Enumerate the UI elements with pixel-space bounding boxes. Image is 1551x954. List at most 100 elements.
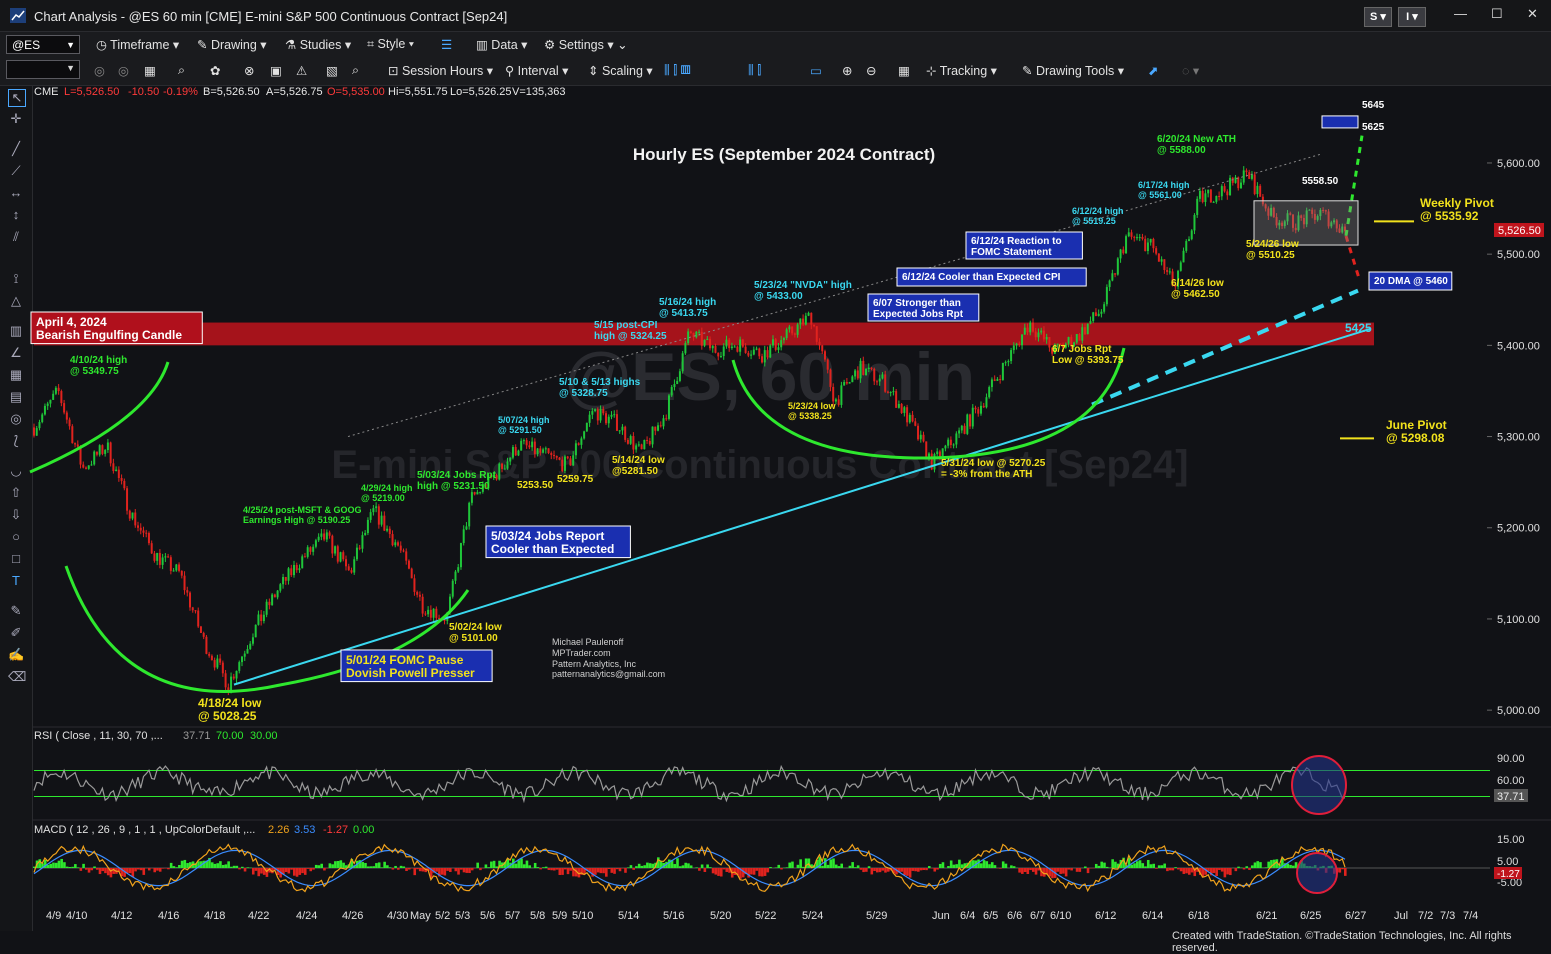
macd-histogram-bar — [753, 868, 756, 875]
candle-body — [580, 438, 582, 444]
candle-body — [912, 415, 914, 421]
macd-histogram-bar — [928, 866, 931, 868]
candle-body — [465, 526, 467, 529]
candle-body — [452, 581, 454, 597]
macd-histogram-bar — [542, 867, 545, 868]
annotation-34: June Pivot@ 5298.08 — [1386, 418, 1447, 445]
macd-histogram-bar — [1032, 868, 1035, 872]
macd-histogram-bar — [1076, 868, 1079, 872]
candle-body — [298, 568, 300, 570]
macd-histogram-bar — [312, 868, 315, 870]
author-block: Michael Paulenoff MPTrader.com Pattern A… — [552, 637, 665, 679]
macd-histogram-bar — [608, 868, 611, 869]
candle-body — [326, 532, 328, 539]
candle-body — [1095, 312, 1097, 316]
candle-body — [827, 360, 829, 370]
candle-body — [1079, 334, 1081, 341]
candle-body — [203, 633, 205, 637]
candle-body — [293, 565, 295, 575]
macd-histogram-bar — [1155, 868, 1158, 869]
candle-body — [786, 329, 788, 338]
candle-body — [88, 465, 90, 468]
time-tick-label: 5/10 — [572, 910, 593, 922]
candle-body — [1213, 202, 1215, 203]
macd-histogram-bar — [701, 865, 704, 868]
candle-body — [296, 565, 298, 570]
macd-histogram-bar — [148, 868, 151, 870]
macd-histogram-bar — [1169, 868, 1172, 870]
chart-canvas[interactable]: @ES, 60 min E-mini S&P 500 Continuous Co… — [0, 0, 1551, 943]
macd-histogram-bar — [961, 864, 964, 868]
macd-histogram-bar — [824, 858, 827, 868]
candle-body — [60, 391, 62, 403]
macd-histogram-bar — [632, 868, 635, 870]
candle-body — [1081, 327, 1083, 340]
time-tick-label: 4/30 — [387, 910, 408, 922]
macd-histogram-bar — [413, 868, 416, 875]
annotation-20: 6/7 Jobs RptLow @ 5393.75 — [1052, 344, 1124, 366]
candle-body — [903, 407, 905, 413]
candle-body — [41, 414, 43, 422]
candle-body — [104, 450, 106, 454]
annotation-text: 5/23/24 "NVDA" high — [754, 280, 852, 291]
annotation-text-2: @ 5291.50 — [498, 425, 542, 435]
macd-histogram-bar — [950, 860, 953, 868]
candle-body — [74, 443, 76, 444]
info-volume: V=135,363 — [512, 86, 566, 98]
candle-body — [660, 425, 662, 426]
candle-body — [1084, 327, 1086, 334]
rsi-ob-value: 70.00 — [216, 730, 244, 742]
time-tick-label: 6/21 — [1256, 910, 1277, 922]
candle-body — [1048, 337, 1050, 347]
candle-body — [1166, 270, 1168, 272]
arc-april — [30, 362, 168, 472]
time-tick-label: 5/6 — [480, 910, 495, 922]
candle-body — [99, 445, 101, 455]
macd-histogram-bar — [465, 868, 468, 873]
macd-histogram-bar — [958, 860, 961, 868]
candle-body — [693, 333, 695, 337]
macd-histogram-bar — [829, 859, 832, 868]
candle-body — [140, 528, 142, 531]
macd-histogram-bar — [416, 868, 419, 869]
candle-body — [684, 343, 686, 353]
macd-histogram-bar — [386, 865, 389, 868]
time-tick-label: 5/8 — [530, 910, 545, 922]
macd-histogram-bar — [1344, 868, 1347, 876]
macd-histogram-bar — [876, 868, 879, 872]
candle-body — [36, 428, 38, 436]
macd-histogram-bar — [862, 868, 865, 872]
annotation-23: 6/12/24 high@ 5519.25 — [1072, 206, 1124, 226]
candle-body — [871, 368, 873, 369]
macd-histogram-bar — [441, 868, 444, 875]
candle-body — [194, 610, 196, 611]
candle-body — [704, 340, 706, 346]
macd-histogram-bar — [673, 864, 676, 868]
annotation-19: 6/07 Stronger thanExpected Jobs Rpt — [868, 294, 979, 321]
annotation-text: 5253.50 — [517, 480, 554, 491]
annotation-text: 6/12/24 high — [1072, 206, 1124, 216]
candle-body — [602, 409, 604, 413]
macd-histogram-bar — [556, 868, 559, 870]
macd-histogram-bar — [236, 866, 239, 868]
price-panel[interactable]: @ES, 60 min E-mini S&P 500 Continuous Co… — [30, 100, 1544, 723]
candle-body — [356, 548, 358, 560]
macd-panel[interactable]: MACD ( 12 , 26 , 9 , 1 , 1 , UpColorDefa… — [32, 820, 1551, 893]
candle-body — [578, 443, 580, 445]
macd-histogram-bar — [304, 868, 307, 875]
macd-histogram-bar — [569, 868, 572, 871]
annotation-text: 5/24/26 low — [1246, 239, 1299, 250]
annotation-10: 5259.75 — [557, 474, 594, 485]
macd-histogram-bar — [643, 865, 646, 868]
macd-histogram-bar — [219, 861, 222, 868]
candle-body — [1224, 186, 1226, 191]
macd-histogram-bar — [523, 864, 526, 868]
rsi-panel[interactable]: RSI ( Close , 11, 30, 70 ,... 37.71 70.0… — [32, 727, 1551, 814]
candle-body — [463, 529, 465, 543]
candle-body — [936, 451, 938, 454]
candle-body — [829, 370, 831, 387]
macd-histogram-bar — [767, 868, 770, 872]
macd-histogram-bar — [835, 865, 838, 868]
candle-body — [44, 406, 46, 415]
candle-body — [654, 427, 656, 431]
